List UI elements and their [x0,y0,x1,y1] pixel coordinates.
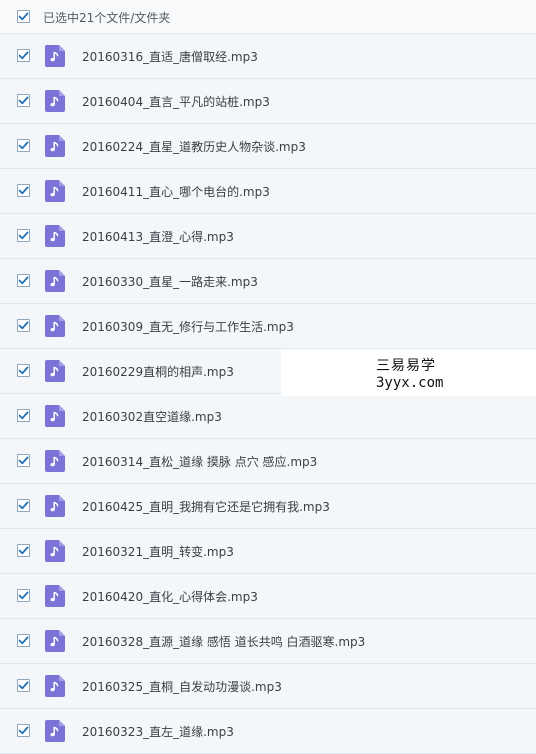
music-note-icon [44,89,66,113]
checkmark-icon [18,96,29,105]
file-checkbox[interactable] [17,544,30,557]
file-row[interactable]: 20160413_直澄_心得.mp3 [0,214,536,259]
checkmark-icon [18,726,29,735]
file-row[interactable]: 20160316_直适_唐僧取经.mp3 [0,34,536,79]
music-note-icon [44,134,66,158]
file-checkbox[interactable] [17,184,30,197]
checkmark-icon [18,141,29,150]
checkmark-icon [18,231,29,240]
file-row[interactable]: 20160325_直桐_自发动功漫谈.mp3 [0,664,536,709]
music-note-icon [44,179,66,203]
file-row[interactable]: 20160321_直明_转变.mp3 [0,529,536,574]
file-checkbox[interactable] [17,139,30,152]
file-name[interactable]: 20160420_直化_心得体会.mp3 [82,588,258,605]
select-all-checkbox[interactable] [17,10,30,23]
checkmark-icon [18,12,29,21]
music-note-icon [44,719,66,743]
music-note-icon [44,224,66,248]
file-name[interactable]: 20160330_直星_一路走来.mp3 [82,273,258,290]
file-name[interactable]: 20160425_直明_我拥有它还是它拥有我.mp3 [82,498,330,515]
checkmark-icon [18,591,29,600]
music-note-icon [44,584,66,608]
music-note-icon [44,449,66,473]
checkmark-icon [18,51,29,60]
checkmark-icon [18,456,29,465]
checkmark-icon [18,366,29,375]
watermark-title: 三易易学 [376,358,436,374]
file-name[interactable]: 20160323_直左_道缘.mp3 [82,723,234,740]
file-checkbox[interactable] [17,49,30,62]
file-name[interactable]: 20160328_直源_道缘 感悟 道长共鸣 白酒驱寒.mp3 [82,633,365,650]
file-checkbox[interactable] [17,94,30,107]
checkmark-icon [18,546,29,555]
file-name[interactable]: 20160321_直明_转变.mp3 [82,543,234,560]
file-checkbox[interactable] [17,724,30,737]
music-note-icon [44,539,66,563]
checkmark-icon [18,681,29,690]
file-row[interactable]: 20160420_直化_心得体会.mp3 [0,574,536,619]
file-checkbox[interactable] [17,499,30,512]
file-row[interactable]: 20160328_直源_道缘 感悟 道长共鸣 白酒驱寒.mp3 [0,619,536,664]
file-row[interactable]: 20160404_直言_平凡的站桩.mp3 [0,79,536,124]
file-name[interactable]: 20160314_直松_道缘 摸脉 点穴 感应.mp3 [82,453,317,470]
file-name[interactable]: 20160302直空道缘.mp3 [82,408,222,425]
file-name[interactable]: 20160325_直桐_自发动功漫谈.mp3 [82,678,282,695]
file-name[interactable]: 20160229直桐的相声.mp3 [82,363,234,380]
music-note-icon [44,674,66,698]
file-checkbox[interactable] [17,229,30,242]
file-checkbox[interactable] [17,634,30,647]
file-row[interactable]: 20160425_直明_我拥有它还是它拥有我.mp3 [0,484,536,529]
selection-count-label: 已选中21个文件/文件夹 [43,11,171,25]
file-checkbox[interactable] [17,274,30,287]
checkmark-icon [18,411,29,420]
file-name[interactable]: 20160411_直心_哪个电台的.mp3 [82,183,270,200]
file-name[interactable]: 20160316_直适_唐僧取经.mp3 [82,48,258,65]
file-checkbox[interactable] [17,364,30,377]
checkmark-icon [18,186,29,195]
checkmark-icon [18,321,29,330]
music-note-icon [44,314,66,338]
checkmark-icon [18,636,29,645]
file-row[interactable]: 20160314_直松_道缘 摸脉 点穴 感应.mp3 [0,439,536,484]
file-checkbox[interactable] [17,454,30,467]
music-note-icon [44,269,66,293]
selection-header: 已选中21个文件/文件夹 [0,0,536,34]
file-name[interactable]: 20160309_直无_修行与工作生活.mp3 [82,318,294,335]
file-checkbox[interactable] [17,589,30,602]
file-checkbox[interactable] [17,679,30,692]
watermark-url: 3yyx.com [376,375,444,391]
file-row[interactable]: 20160224_直星_道教历史人物杂谈.mp3 [0,124,536,169]
file-row[interactable]: 20160309_直无_修行与工作生活.mp3 [0,304,536,349]
file-name[interactable]: 20160413_直澄_心得.mp3 [82,228,234,245]
file-row[interactable]: 20160302直空道缘.mp3 [0,394,536,439]
file-checkbox[interactable] [17,409,30,422]
file-row[interactable]: 20160411_直心_哪个电台的.mp3 [0,169,536,214]
checkmark-icon [18,276,29,285]
file-name[interactable]: 20160404_直言_平凡的站桩.mp3 [82,93,270,110]
file-name[interactable]: 20160224_直星_道教历史人物杂谈.mp3 [82,138,306,155]
file-row[interactable]: 20160323_直左_道缘.mp3 [0,709,536,754]
music-note-icon [44,44,66,68]
file-row[interactable]: 20160330_直星_一路走来.mp3 [0,259,536,304]
music-note-icon [44,494,66,518]
music-note-icon [44,359,66,383]
file-checkbox[interactable] [17,319,30,332]
music-note-icon [44,404,66,428]
watermark: 三易易学 3yyx.com [281,349,536,396]
checkmark-icon [18,501,29,510]
music-note-icon [44,629,66,653]
